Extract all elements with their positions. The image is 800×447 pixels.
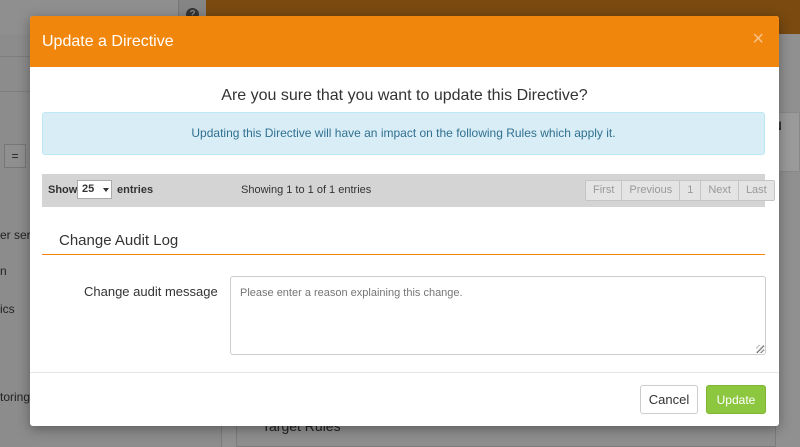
modal-header: Update a Directive ×: [30, 16, 779, 67]
footer-divider: [30, 372, 779, 373]
show-label: Show: [48, 184, 78, 196]
pager-previous[interactable]: Previous: [621, 181, 679, 200]
rules-table-toolbar: Show 25 entries Showing 1 to 1 of 1 entr…: [42, 174, 775, 207]
cancel-button[interactable]: Cancel: [640, 385, 698, 414]
sidebar-item: n: [0, 264, 7, 278]
table-info: Showing 1 to 1 of 1 entries: [241, 184, 372, 196]
resize-handle-icon[interactable]: [756, 345, 764, 353]
pager-first[interactable]: First: [586, 181, 621, 200]
background-small-button: =: [4, 144, 26, 168]
confirmation-question: Are you sure that you want to update thi…: [221, 87, 588, 104]
update-button[interactable]: Update: [706, 385, 766, 414]
pager-next[interactable]: Next: [700, 181, 738, 200]
impact-alert: Updating this Directive will have an imp…: [42, 112, 765, 155]
sidebar-item: toring: [0, 390, 31, 404]
sidebar-item: ics: [0, 302, 15, 316]
audit-message-input[interactable]: [230, 276, 766, 355]
section-divider: [42, 254, 765, 255]
modal-title: Update a Directive: [42, 33, 174, 50]
entries-label: entries: [117, 184, 154, 196]
pager-last[interactable]: Last: [737, 181, 774, 200]
audit-section-title: Change Audit Log: [59, 232, 179, 249]
update-directive-modal: Update a Directive × Are you sure that y…: [30, 16, 779, 426]
audit-message-label: Change audit message: [84, 284, 218, 299]
entries-per-page-value: 25: [82, 183, 95, 195]
pager-page-1[interactable]: 1: [679, 181, 700, 200]
pagination: First Previous 1 Next Last: [585, 180, 775, 201]
entries-per-page-select[interactable]: 25: [77, 180, 112, 199]
chevron-down-icon: [103, 188, 109, 192]
close-icon[interactable]: ×: [752, 29, 764, 49]
